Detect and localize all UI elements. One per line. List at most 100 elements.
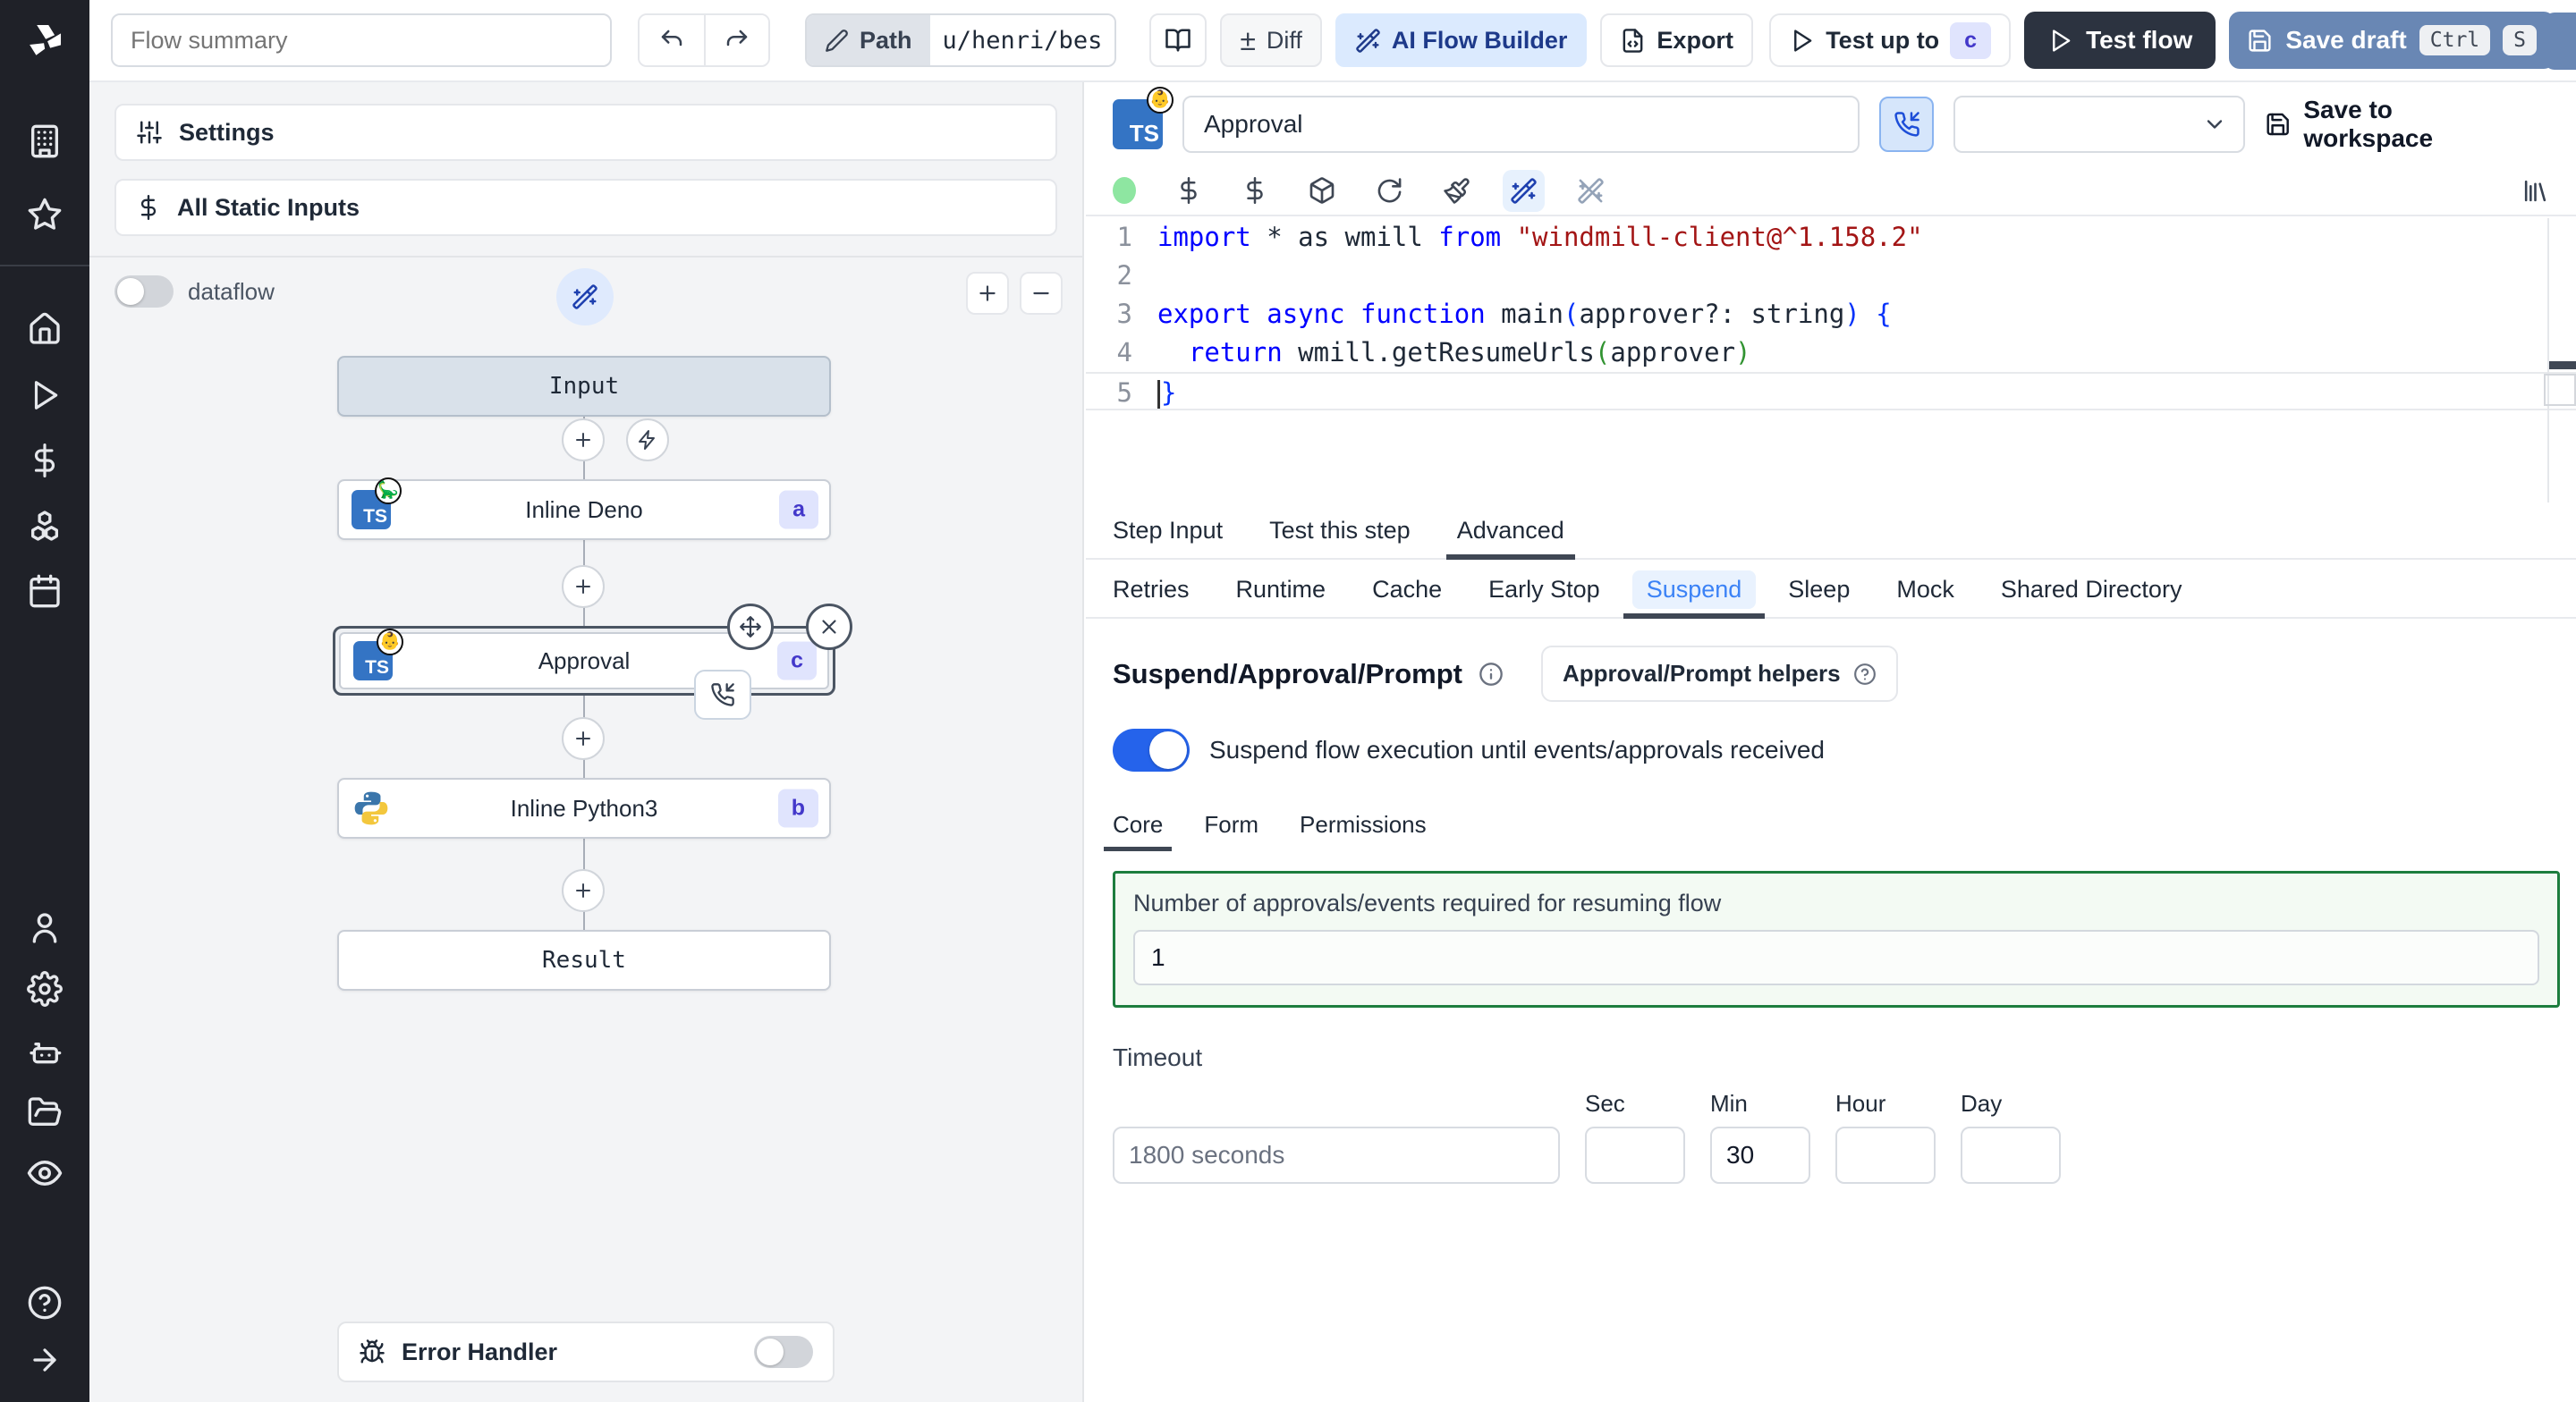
result-node[interactable]: Result <box>337 930 831 991</box>
resources-cubes-icon[interactable] <box>27 508 63 544</box>
tab-test-this-step[interactable]: Test this step <box>1269 503 1411 558</box>
timeout-day-input[interactable] <box>1961 1127 2061 1184</box>
flow-summary-input[interactable] <box>111 13 612 67</box>
tab-advanced[interactable]: Advanced <box>1445 503 1575 560</box>
gear-icon[interactable] <box>27 971 63 1007</box>
move-step-button[interactable] <box>727 604 774 650</box>
add-step-button[interactable] <box>562 565 605 608</box>
tab-shared-directory[interactable]: Shared Directory <box>2001 562 2182 617</box>
suspend-settings-content: Suspend/Approval/Prompt Approval/Prompt … <box>1086 621 2576 1402</box>
expand-arrow-icon[interactable] <box>28 1343 62 1377</box>
advanced-sub-tabs: Retries Runtime Cache Early Stop Suspend… <box>1086 562 2576 619</box>
code-line[interactable]: 5} <box>1086 372 2576 410</box>
input-node[interactable]: Input <box>337 356 831 417</box>
zoom-out-button[interactable] <box>1020 272 1063 315</box>
typescript-deno-icon: TS 👶 <box>353 629 403 680</box>
settings-button[interactable]: Settings <box>114 104 1057 161</box>
star-icon[interactable] <box>27 197 63 232</box>
zoom-in-button[interactable] <box>966 272 1009 315</box>
tab-mock[interactable]: Mock <box>1896 562 1954 617</box>
add-step-button[interactable] <box>562 869 605 912</box>
suspend-toggle[interactable] <box>1113 729 1190 772</box>
robot-icon[interactable] <box>27 1034 63 1069</box>
export-button[interactable]: Export <box>1600 13 1753 67</box>
delete-step-button[interactable] <box>806 604 852 650</box>
redo-button[interactable] <box>704 15 768 65</box>
tab-retries[interactable]: Retries <box>1113 562 1190 617</box>
test-up-to-button[interactable]: Test up to c <box>1769 13 2012 67</box>
wand-off-icon[interactable] <box>1577 177 1605 205</box>
suspend-inner-tabs: Core Form Permissions <box>1103 811 2549 851</box>
step-node-inline-python3[interactable]: Inline Python3 b <box>337 778 831 839</box>
dataflow-toggle[interactable] <box>114 275 174 308</box>
code-line[interactable]: 1 import * as wmill from "windmill-client… <box>1086 218 2576 257</box>
code-editor[interactable]: 1 import * as wmill from "windmill-client… <box>1086 218 2576 503</box>
trigger-zap-button[interactable] <box>626 418 669 461</box>
all-static-inputs-button[interactable]: All Static Inputs <box>114 179 1057 236</box>
help-circle-icon[interactable] <box>27 1285 63 1321</box>
approval-prompt-helpers-button[interactable]: Approval/Prompt helpers <box>1540 646 1898 702</box>
ai-flow-builder-label: AI Flow Builder <box>1391 26 1568 54</box>
folder-open-icon[interactable] <box>27 1094 63 1130</box>
add-step-button[interactable] <box>562 418 605 461</box>
tab-early-stop[interactable]: Early Stop <box>1488 562 1600 617</box>
variables-dollar-icon[interactable] <box>28 443 62 477</box>
refresh-icon[interactable] <box>1376 177 1403 205</box>
docs-button[interactable] <box>1149 13 1208 67</box>
code-line[interactable]: 4 return wmill.getResumeUrls(approver) <box>1086 334 2576 372</box>
building-icon[interactable] <box>27 123 63 159</box>
tab-form[interactable]: Form <box>1204 811 1258 851</box>
error-handler-toggle[interactable] <box>754 1336 813 1368</box>
step-node-approval-selected[interactable]: TS 👶 Approval c <box>333 604 852 720</box>
diff-button[interactable]: ± Diff <box>1220 13 1322 67</box>
ai-wand-button[interactable] <box>556 268 614 325</box>
add-step-button[interactable] <box>562 717 605 760</box>
plus-icon <box>576 883 590 898</box>
info-icon[interactable] <box>1479 662 1504 687</box>
approval-emoji-badge: 👶 <box>1147 87 1174 114</box>
save-draft-button[interactable]: Save draft Ctrl S <box>2229 12 2555 69</box>
code-line[interactable]: 3 export async function main(approver?: s… <box>1086 295 2576 334</box>
runs-play-icon[interactable] <box>28 378 62 412</box>
tab-step-input[interactable]: Step Input <box>1113 503 1223 558</box>
error-handler-row[interactable]: Error Handler <box>337 1322 835 1382</box>
zap-icon <box>639 430 655 450</box>
ai-flow-builder-button[interactable]: AI Flow Builder <box>1335 13 1588 67</box>
tab-sleep[interactable]: Sleep <box>1788 562 1850 617</box>
script-version-select[interactable] <box>1953 96 2245 153</box>
eye-icon[interactable] <box>26 1154 64 1192</box>
deploy-button-cut[interactable] <box>2544 13 2576 70</box>
timeout-min-input[interactable] <box>1710 1127 1810 1184</box>
code-minimap[interactable] <box>2544 218 2576 503</box>
step-name-input[interactable] <box>1182 96 1860 153</box>
test-flow-button[interactable]: Test flow <box>2024 12 2216 69</box>
home-icon[interactable] <box>27 311 63 347</box>
timeout-sec-input[interactable] <box>1585 1127 1685 1184</box>
library-icon[interactable] <box>2521 177 2549 205</box>
schedules-calendar-icon[interactable] <box>27 573 63 609</box>
plus-icon <box>576 433 590 447</box>
save-to-workspace-button[interactable]: Save to workspace <box>2265 96 2524 153</box>
timeout-hour-input[interactable] <box>1835 1127 1936 1184</box>
step-node-inline-deno[interactable]: TS 🦕 Inline Deno a <box>337 477 831 540</box>
tab-cache[interactable]: Cache <box>1372 562 1442 617</box>
timeout-seconds-input[interactable] <box>1113 1127 1560 1184</box>
package-icon[interactable] <box>1308 176 1336 205</box>
path-control[interactable]: Path u/henri/bes <box>805 13 1117 67</box>
windmill-logo-icon[interactable] <box>24 21 65 62</box>
approvals-required-input[interactable] <box>1133 930 2539 985</box>
suspend-phone-badge[interactable] <box>694 670 751 720</box>
ai-assistant-button[interactable] <box>1503 169 1545 212</box>
undo-button[interactable] <box>640 15 704 65</box>
code-line[interactable]: 2 <box>1086 257 2576 295</box>
tab-core[interactable]: Core <box>1103 811 1173 851</box>
paintbrush-format-icon[interactable] <box>1443 177 1470 205</box>
tab-runtime[interactable]: Runtime <box>1236 562 1326 617</box>
variables-dollar-icon[interactable] <box>1175 177 1202 204</box>
tab-permissions[interactable]: Permissions <box>1300 811 1427 851</box>
suspend-phone-button[interactable] <box>1879 97 1934 152</box>
tab-suspend[interactable]: Suspend <box>1623 562 1765 619</box>
resources-dollar-icon[interactable] <box>1241 177 1268 204</box>
approvals-required-group: Number of approvals/events required for … <box>1113 871 2560 1008</box>
user-icon[interactable] <box>27 910 63 946</box>
